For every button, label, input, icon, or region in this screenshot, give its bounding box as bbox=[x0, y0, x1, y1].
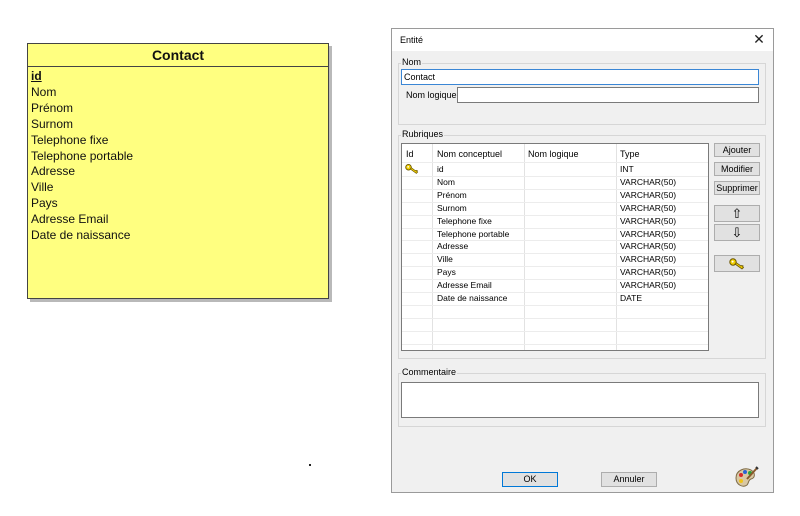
grid-cell-name[interactable]: Telephone portable bbox=[437, 229, 509, 239]
grid-cell-name[interactable]: Adresse Email bbox=[437, 280, 492, 290]
commentaire-textarea[interactable] bbox=[401, 382, 759, 418]
entity-field: id bbox=[31, 69, 42, 83]
grid-cell-name[interactable]: Nom bbox=[437, 177, 455, 187]
grid-cell-name[interactable]: id bbox=[437, 164, 444, 174]
grid-cell-type[interactable]: VARCHAR(50) bbox=[620, 216, 676, 226]
key-icon bbox=[729, 258, 745, 270]
entity-field: Surnom bbox=[31, 116, 74, 131]
nom-logique-label: Nom logique : bbox=[406, 90, 462, 100]
grid-cell-type[interactable]: VARCHAR(50) bbox=[620, 203, 676, 213]
dialog-titlebar[interactable]: Entité ✕ bbox=[392, 29, 773, 51]
grid-cell-type[interactable]: VARCHAR(50) bbox=[620, 190, 676, 200]
column-header-nom-logique[interactable]: Nom logique bbox=[528, 149, 579, 159]
entity-field-list: id Nom Prénom Surnom Telephone fixe Telephone… bbox=[28, 67, 328, 244]
column-header-nom-conceptuel[interactable]: Nom conceptuel bbox=[437, 149, 502, 159]
nom-input[interactable] bbox=[401, 69, 759, 85]
move-up-button[interactable]: ⇧ bbox=[714, 205, 760, 222]
entity-field: Adresse bbox=[31, 164, 76, 179]
rubriques-grid[interactable]: Id Nom conceptuel Nom logique Type id INT… bbox=[401, 143, 709, 351]
annuler-button[interactable]: Annuler bbox=[601, 472, 657, 487]
column-header-type[interactable]: Type bbox=[620, 149, 640, 159]
grid-cell-name[interactable]: Surnom bbox=[437, 203, 467, 213]
entity-field: Date de naissance bbox=[31, 228, 131, 243]
close-button[interactable]: ✕ bbox=[751, 31, 767, 47]
arrow-up-icon: ⇧ bbox=[731, 206, 743, 221]
palette-icon[interactable] bbox=[733, 465, 759, 489]
entity-field: Telephone fixe bbox=[31, 132, 109, 147]
grid-cell-type[interactable]: VARCHAR(50) bbox=[620, 241, 676, 251]
entity-title: Contact bbox=[28, 44, 328, 67]
nom-group-label: Nom bbox=[401, 57, 423, 67]
entity-field: Prénom bbox=[31, 100, 74, 115]
entity-field: Pays bbox=[31, 196, 58, 211]
entity-field: Nom bbox=[31, 84, 57, 99]
entity-dialog: Entité ✕ Nom Nom logique : Rubriques Id … bbox=[391, 28, 774, 493]
grid-cell-type[interactable]: VARCHAR(50) bbox=[620, 280, 676, 290]
supprimer-button[interactable]: Supprimer bbox=[714, 181, 760, 195]
primary-key-icon bbox=[405, 164, 419, 174]
grid-cell-name[interactable]: Pays bbox=[437, 267, 456, 277]
column-header-id[interactable]: Id bbox=[406, 149, 414, 159]
grid-cell-type[interactable]: VARCHAR(50) bbox=[620, 254, 676, 264]
primary-key-button[interactable] bbox=[714, 255, 760, 272]
arrow-down-icon: ⇩ bbox=[731, 225, 743, 240]
grid-cell-name[interactable]: Prénom bbox=[437, 190, 467, 200]
entity-field: Adresse Email bbox=[31, 212, 109, 227]
nom-logique-input[interactable] bbox=[457, 87, 759, 103]
grid-cell-name[interactable]: Ville bbox=[437, 254, 453, 264]
grid-cell-name[interactable]: Date de naissance bbox=[437, 293, 507, 303]
grid-cell-type[interactable]: VARCHAR(50) bbox=[620, 267, 676, 277]
modifier-button[interactable]: Modifier bbox=[714, 162, 760, 176]
grid-cell-name[interactable]: Telephone fixe bbox=[437, 216, 492, 226]
entity-field: Telephone portable bbox=[31, 148, 134, 163]
entity-field: Ville bbox=[31, 180, 54, 195]
rubriques-group-label: Rubriques bbox=[401, 129, 445, 139]
grid-cell-type[interactable]: VARCHAR(50) bbox=[620, 177, 676, 187]
entity-card-contact[interactable]: Contact id Nom Prénom Surnom Telephone fixe T… bbox=[27, 43, 329, 299]
grid-cell-type[interactable]: INT bbox=[620, 164, 634, 174]
move-down-button[interactable]: ⇩ bbox=[714, 224, 760, 241]
canvas-dot bbox=[309, 464, 311, 466]
grid-cell-type[interactable]: VARCHAR(50) bbox=[620, 229, 676, 239]
ok-button[interactable]: OK bbox=[502, 472, 558, 487]
dialog-title: Entité bbox=[400, 35, 424, 45]
commentaire-group-label: Commentaire bbox=[401, 367, 458, 377]
grid-cell-name[interactable]: Adresse bbox=[437, 241, 468, 251]
ajouter-button[interactable]: Ajouter bbox=[714, 143, 760, 157]
grid-cell-type[interactable]: DATE bbox=[620, 293, 642, 303]
